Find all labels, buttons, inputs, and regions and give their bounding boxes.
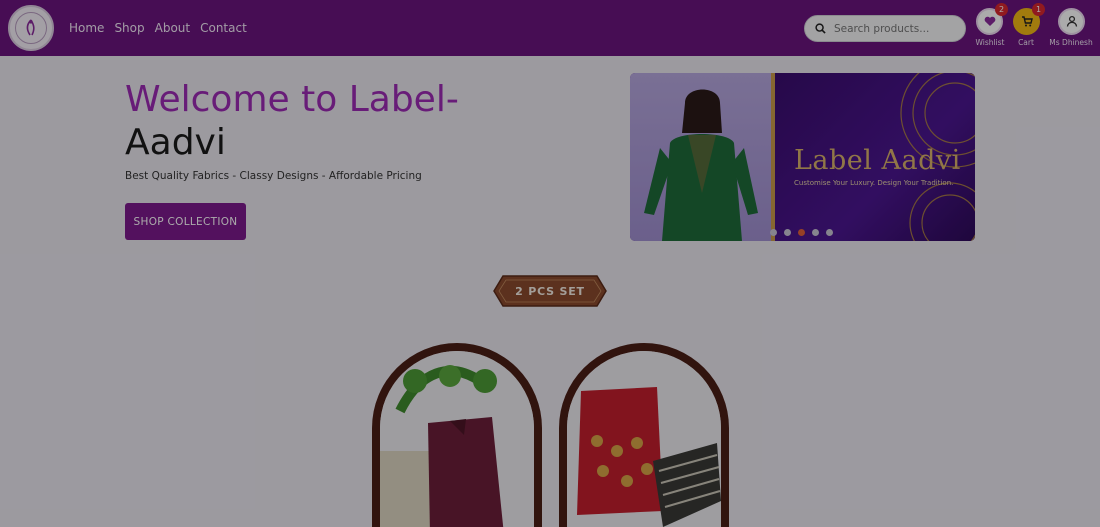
- model-photo: [630, 73, 775, 241]
- brand-logo[interactable]: [8, 5, 54, 51]
- search-bar[interactable]: [804, 15, 966, 42]
- hero-carousel[interactable]: Label Aadvi Customise Your Luxury. Desig…: [630, 73, 975, 241]
- nav-shop-link[interactable]: Shop: [114, 21, 144, 35]
- cart-count-badge: 1: [1032, 3, 1045, 16]
- user-icon: [1066, 12, 1078, 31]
- hero-heading-accent: Welcome to Label-: [125, 79, 459, 120]
- carousel-dot-3-active[interactable]: [798, 229, 805, 236]
- account-button[interactable]: [1058, 8, 1085, 35]
- nav-about-link[interactable]: About: [155, 21, 190, 35]
- section-title: 2 PCS SET: [515, 284, 585, 298]
- hero-heading: Welcome to Label- Aadvi: [125, 78, 465, 164]
- logo-emblem-icon: [15, 12, 47, 44]
- search-icon: [815, 19, 826, 38]
- wishlist-count-badge: 2: [995, 3, 1008, 16]
- section-heading: 2 PCS SET: [493, 275, 607, 307]
- product-image: [567, 351, 721, 527]
- cart-label: Cart: [1018, 38, 1034, 47]
- nav-contact-link[interactable]: Contact: [200, 21, 247, 35]
- carousel-dot-2[interactable]: [784, 229, 791, 236]
- banner-brand-name: Label Aadvi: [794, 145, 961, 176]
- heart-icon: [984, 12, 996, 31]
- main-nav: Home Shop About Contact: [69, 21, 247, 35]
- carousel-dot-1[interactable]: [770, 229, 777, 236]
- product-image: [380, 351, 534, 527]
- carousel-indicators: [770, 229, 833, 236]
- product-card[interactable]: [559, 343, 729, 527]
- carousel-dot-4[interactable]: [812, 229, 819, 236]
- nav-home-link[interactable]: Home: [69, 21, 104, 35]
- cart-icon: [1021, 12, 1033, 31]
- account-label: Ms Dhinesh: [1049, 38, 1093, 47]
- hero-heading-brand: Aadvi: [125, 122, 226, 163]
- product-card[interactable]: [372, 343, 542, 527]
- banner-tagline: Customise Your Luxury. Design Your Tradi…: [794, 179, 954, 187]
- shop-collection-button[interactable]: SHOP COLLECTION: [125, 203, 246, 240]
- search-input[interactable]: [834, 22, 954, 35]
- carousel-dot-5[interactable]: [826, 229, 833, 236]
- top-navbar: Home Shop About Contact 2 Wishlist 1 Car…: [0, 0, 1100, 56]
- hero-subtitle: Best Quality Fabrics - Classy Designs - …: [125, 170, 422, 182]
